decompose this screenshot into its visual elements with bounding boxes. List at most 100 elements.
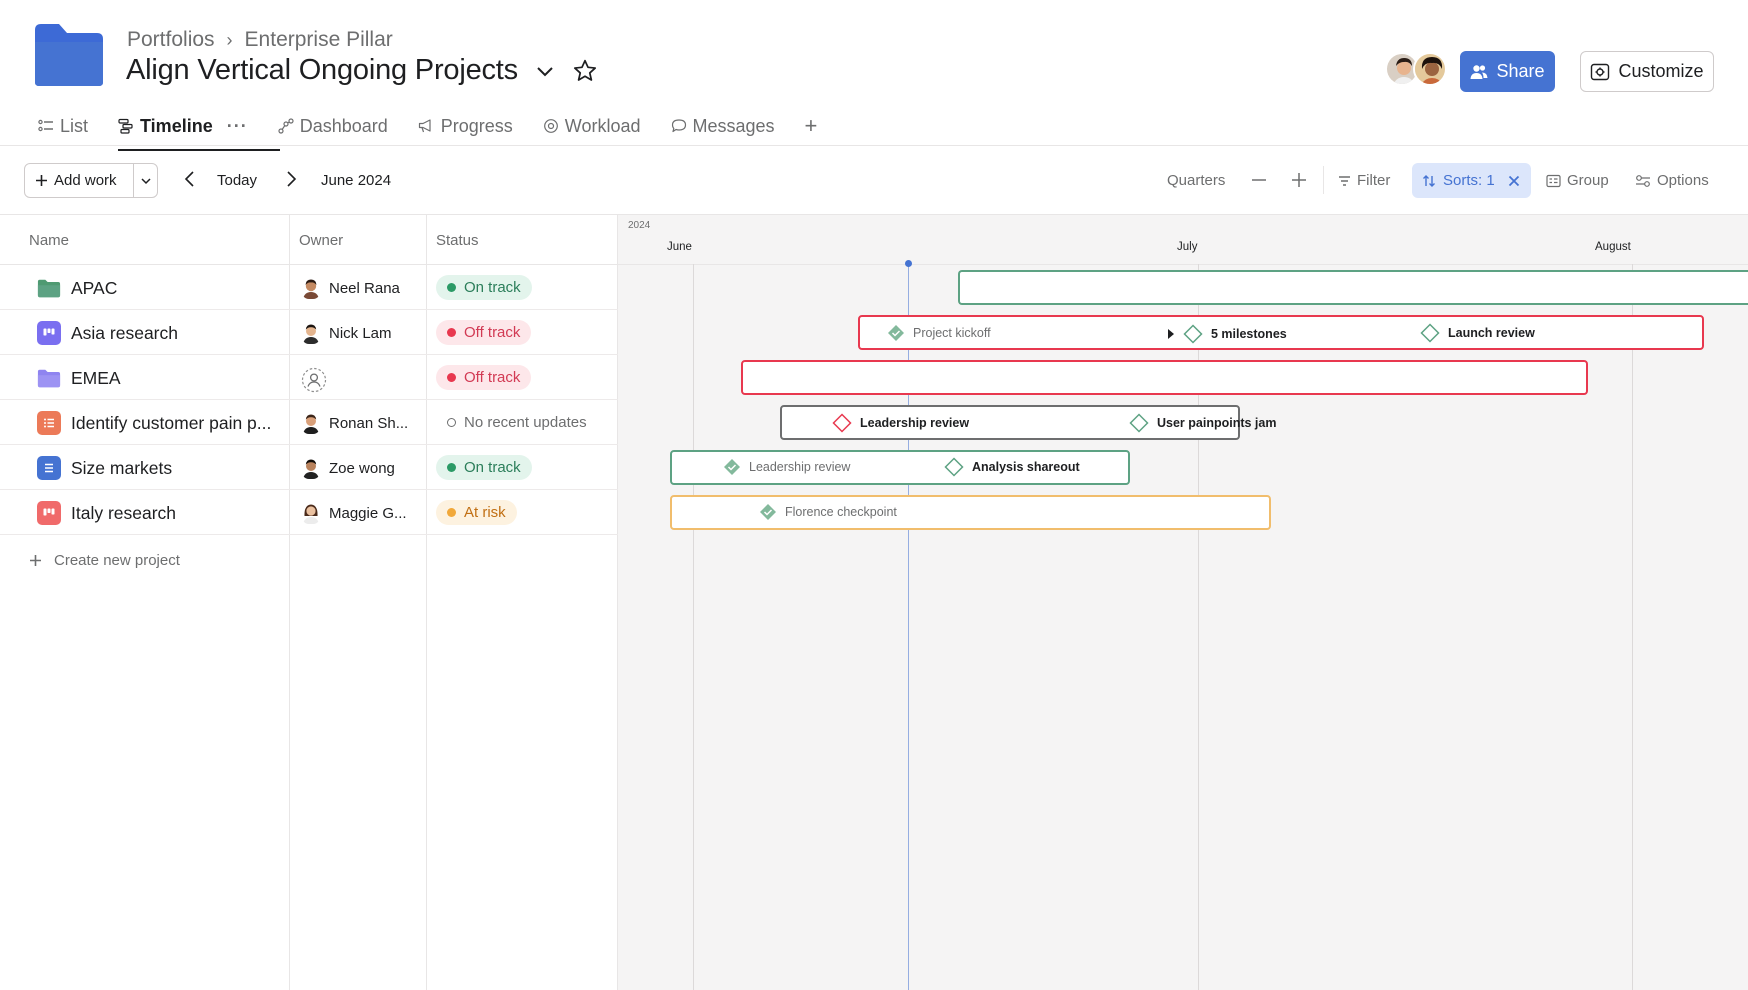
status-label: No recent updates xyxy=(464,414,587,431)
folder-icon xyxy=(37,276,61,300)
milestone[interactable]: Leadership review xyxy=(723,458,850,476)
table-row[interactable]: Italy research Maggie G... At risk xyxy=(0,490,618,535)
owner-cell[interactable]: Zoe wong xyxy=(301,457,395,479)
tab-progress[interactable]: Progress xyxy=(418,116,513,137)
owner-cell[interactable]: Maggie G... xyxy=(301,502,407,524)
group-icon xyxy=(1546,174,1561,187)
project-name[interactable]: Identify customer pain p... xyxy=(37,411,271,435)
list-project-icon xyxy=(37,456,61,480)
milestone-complete-icon xyxy=(724,459,740,475)
column-header-status[interactable]: Status xyxy=(436,232,479,249)
timeline-bar-apac[interactable] xyxy=(958,270,1748,305)
breadcrumb-enterprise-pillar[interactable]: Enterprise Pillar xyxy=(245,28,393,52)
table-row[interactable]: APAC Neel Rana On track xyxy=(0,265,618,310)
chevron-right-icon: › xyxy=(226,29,233,50)
plus-icon xyxy=(30,555,41,566)
status-badge[interactable]: Off track xyxy=(436,365,532,390)
star-icon[interactable] xyxy=(572,58,598,84)
more-options-icon[interactable]: ··· xyxy=(227,116,248,137)
status-badge[interactable]: At risk xyxy=(436,500,517,525)
milestone[interactable]: Launch review xyxy=(1420,323,1535,343)
owner-cell[interactable]: Ronan Sh... xyxy=(301,412,408,434)
tab-workload[interactable]: Workload xyxy=(543,116,641,137)
column-header-owner[interactable]: Owner xyxy=(299,232,343,249)
group-button[interactable]: Group xyxy=(1546,172,1609,189)
milestone[interactable]: Analysis shareout xyxy=(944,457,1080,477)
project-name[interactable]: APAC xyxy=(37,276,117,300)
sorts-label: Sorts: 1 xyxy=(1443,172,1495,189)
add-work-main[interactable]: Add work xyxy=(25,172,133,189)
column-header-name[interactable]: Name xyxy=(29,232,69,249)
timeline-bar-emea[interactable] xyxy=(741,360,1588,395)
table-row[interactable]: EMEA Off track xyxy=(0,355,618,400)
owner-name: Neel Rana xyxy=(329,279,400,297)
milestone[interactable]: User painpoints jam xyxy=(1129,413,1276,433)
sort-icon xyxy=(1423,174,1435,187)
milestone-icon xyxy=(1183,324,1203,344)
milestone[interactable]: Project kickoff xyxy=(887,324,991,342)
tab-workload-label: Workload xyxy=(564,115,641,136)
status-badge[interactable]: Off track xyxy=(436,320,532,345)
chevron-left-icon[interactable] xyxy=(183,170,197,193)
options-button[interactable]: Options xyxy=(1635,172,1709,189)
project-name[interactable]: Size markets xyxy=(37,456,172,480)
tab-messages[interactable]: Messages xyxy=(671,116,775,137)
page-title: Align Vertical Ongoing Projects xyxy=(126,54,518,86)
zoom-out-icon[interactable] xyxy=(1250,171,1268,194)
project-name-label: APAC xyxy=(71,277,118,298)
filter-button[interactable]: Filter xyxy=(1338,172,1390,189)
status-badge[interactable]: No recent updates xyxy=(436,410,598,435)
add-work-button[interactable]: Add work xyxy=(24,163,158,198)
project-name[interactable]: Asia research xyxy=(37,321,178,345)
owner-cell[interactable]: Neel Rana xyxy=(301,277,400,299)
chevron-down-icon[interactable] xyxy=(534,60,556,82)
milestone[interactable]: Leadership review xyxy=(832,413,969,433)
status-dot xyxy=(447,283,456,292)
project-name[interactable]: Italy research xyxy=(37,501,176,525)
milestone-icon xyxy=(1129,413,1149,433)
owner-name: Zoe wong xyxy=(329,459,395,477)
tab-dashboard-label: Dashboard xyxy=(299,115,388,136)
zoom-level-quarters[interactable]: Quarters xyxy=(1167,172,1225,189)
customize-button[interactable]: Customize xyxy=(1580,51,1714,92)
table-row[interactable]: Asia research Nick Lam Off track xyxy=(0,310,618,355)
table-row[interactable]: Size markets Zoe wong On track xyxy=(0,445,618,490)
breadcrumb-portfolios[interactable]: Portfolios xyxy=(127,28,215,52)
zoom-in-icon[interactable] xyxy=(1290,171,1308,194)
today-button[interactable]: Today xyxy=(217,172,257,189)
owner-cell[interactable] xyxy=(301,367,327,397)
status-label: On track xyxy=(464,279,521,296)
status-dot xyxy=(447,463,456,472)
milestone-label: Leadership review xyxy=(749,460,851,474)
toolbar-divider xyxy=(1323,166,1324,194)
share-button[interactable]: Share xyxy=(1460,51,1555,92)
status-badge[interactable]: On track xyxy=(436,455,532,480)
milestone-icon xyxy=(832,413,852,433)
milestone[interactable]: Florence checkpoint xyxy=(759,503,897,521)
unassigned-avatar-icon[interactable] xyxy=(301,367,327,397)
owner-cell[interactable]: Nick Lam xyxy=(301,322,392,344)
add-work-dropdown[interactable] xyxy=(133,164,157,197)
today-marker-dot xyxy=(905,260,912,267)
month-label-june: June xyxy=(667,241,692,253)
tab-list[interactable]: List xyxy=(38,116,88,137)
member-avatars[interactable] xyxy=(1385,52,1447,86)
tab-timeline[interactable]: Timeline ··· xyxy=(118,116,280,151)
filter-label: Filter xyxy=(1357,172,1391,189)
status-badge[interactable]: On track xyxy=(436,275,532,300)
project-name-label: EMEA xyxy=(71,367,121,388)
milestone-group[interactable]: 5 milestones xyxy=(1167,324,1287,344)
portfolio-folder-icon xyxy=(33,22,105,88)
avatar xyxy=(301,502,321,524)
month-label-august: August xyxy=(1595,241,1631,253)
tab-dashboard[interactable]: Dashboard xyxy=(278,116,388,137)
chevron-right-icon[interactable] xyxy=(284,170,298,193)
milestone-label: 5 milestones xyxy=(1211,327,1287,341)
table-row[interactable]: Identify customer pain p... Ronan Sh... … xyxy=(0,400,618,445)
add-tab-icon[interactable]: + xyxy=(805,113,818,139)
project-name[interactable]: EMEA xyxy=(37,366,121,390)
owner-name: Nick Lam xyxy=(329,324,392,342)
sorts-button[interactable]: Sorts: 1 xyxy=(1412,163,1531,198)
close-icon[interactable] xyxy=(1508,175,1520,187)
create-new-project-button[interactable]: Create new project xyxy=(29,552,180,569)
